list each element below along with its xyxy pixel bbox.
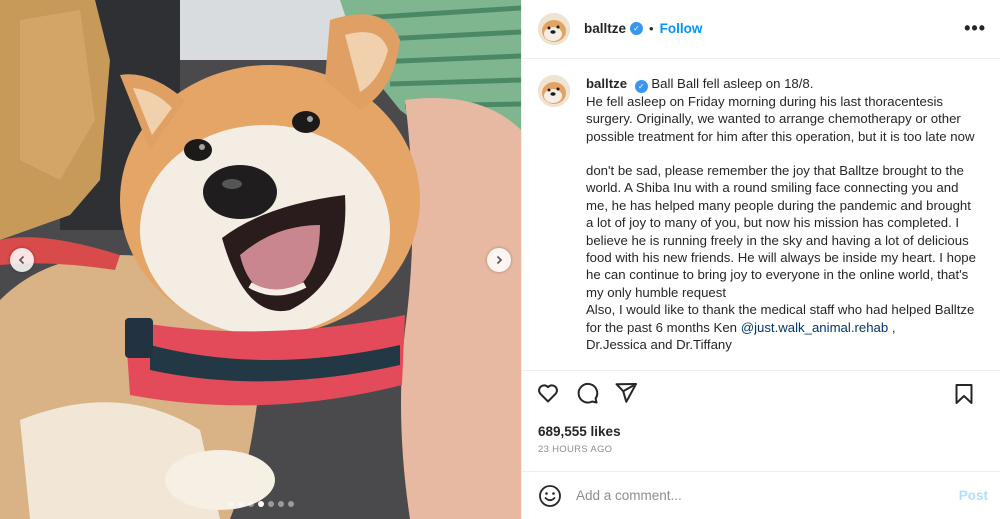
shiba-photo <box>0 0 521 519</box>
caption-section: balltze ✓ Ball Ball fell asleep on 18/8.… <box>522 59 1000 371</box>
share-button[interactable] <box>613 380 639 406</box>
carousel-dot <box>247 501 254 507</box>
avatar[interactable] <box>538 12 570 45</box>
comment-button[interactable] <box>574 380 600 406</box>
caption-first-line: Ball Ball fell asleep on 18/8. <box>651 75 814 91</box>
more-icon[interactable]: ••• <box>964 18 986 38</box>
caption-paragraph-4: Dr.Jessica and Dr.Tiffany <box>586 337 732 353</box>
likes-count[interactable]: 689,555 likes <box>538 424 984 439</box>
caption-username[interactable]: balltze <box>586 76 627 91</box>
chevron-right-icon <box>496 255 503 265</box>
emoji-icon[interactable] <box>538 484 562 508</box>
carousel-indicator <box>0 501 521 507</box>
carousel-dot <box>287 501 294 507</box>
carousel-dot <box>257 501 264 507</box>
separator: • <box>649 21 654 37</box>
post-comment-button[interactable]: Post <box>959 488 988 503</box>
comment-input[interactable] <box>576 488 936 504</box>
chevron-left-icon <box>18 255 25 265</box>
post-photo[interactable] <box>0 0 521 519</box>
comment-bar: Post <box>522 471 1000 519</box>
post-timestamp[interactable]: 23 HOURS AGO <box>538 444 984 455</box>
instagram-post: balltze ✓ • Follow ••• balltze ✓ Ball Ba… <box>0 0 1000 519</box>
caption-text: balltze ✓ Ball Ball fell asleep on 18/8.… <box>586 75 981 371</box>
heart-icon <box>538 384 558 403</box>
save-button[interactable] <box>951 381 977 407</box>
verified-icon: ✓ <box>634 79 648 93</box>
share-icon <box>615 383 637 404</box>
post-sidebar: balltze ✓ • Follow ••• balltze ✓ Ball Ba… <box>521 0 1000 519</box>
follow-button[interactable]: Follow <box>660 21 703 36</box>
caption-paragraph-1: He fell asleep on Friday morning during … <box>586 93 975 144</box>
carousel-dot <box>277 501 284 507</box>
avatar-image <box>538 12 570 45</box>
mention-link[interactable]: @just.walk_animal.rehab <box>741 320 889 335</box>
carousel-dot <box>267 501 274 507</box>
carousel-dot <box>227 501 234 507</box>
caption-paragraph-2: don't be sad, please remember the joy th… <box>586 162 976 300</box>
action-bar <box>522 370 1000 416</box>
caption-paragraph-3-end: , <box>888 319 896 335</box>
carousel-dot <box>237 501 244 507</box>
likes-section: 689,555 likes 23 HOURS AGO <box>522 416 1000 472</box>
bookmark-icon <box>955 384 973 405</box>
like-button[interactable] <box>535 380 561 406</box>
post-header: balltze ✓ • Follow ••• <box>522 0 1000 59</box>
caption-avatar[interactable] <box>538 74 570 107</box>
username-link[interactable]: balltze <box>584 21 626 36</box>
previous-slide-button[interactable] <box>10 248 34 272</box>
next-slide-button[interactable] <box>487 248 511 272</box>
verified-icon: ✓ <box>630 22 644 36</box>
comment-icon <box>577 383 599 404</box>
avatar-image <box>538 74 570 107</box>
